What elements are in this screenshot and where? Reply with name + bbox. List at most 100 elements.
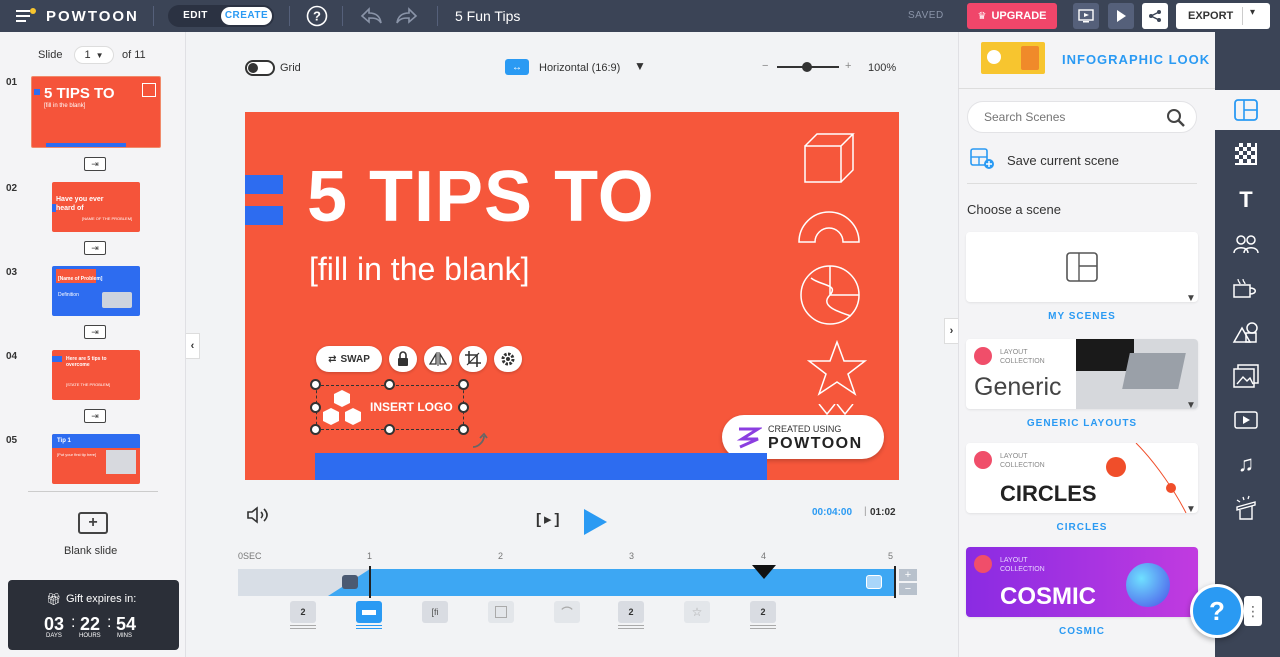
my-scenes-card[interactable] (966, 232, 1198, 302)
swap-button[interactable]: ⇄ SWAP (316, 346, 382, 372)
insert-scene-icon[interactable]: ⇥ (84, 325, 106, 339)
star-outline-shape[interactable] (807, 340, 867, 396)
insert-scene-icon[interactable]: ⇥ (84, 241, 106, 255)
look-thumbnail[interactable] (981, 42, 1045, 74)
slide-select[interactable]: 1 ▼ (74, 46, 114, 64)
caret-down-icon[interactable]: ▼ (1186, 293, 1196, 304)
search-icon[interactable] (1166, 108, 1186, 128)
timeline-start-handle[interactable] (342, 575, 358, 589)
slide-thumbnail-2[interactable]: Have you ever heard of [NAME OF THE PROB… (52, 182, 140, 232)
collapse-right-icon[interactable]: › (944, 318, 958, 344)
timeline-element-chip[interactable] (488, 601, 514, 623)
collapse-left-icon[interactable]: ‹ (186, 333, 200, 359)
resize-handle[interactable] (310, 379, 321, 390)
help-fab[interactable]: ? (1190, 584, 1244, 638)
help-icon[interactable]: ? (306, 5, 328, 27)
cosmic-title[interactable]: COSMIC (966, 626, 1198, 637)
gear-icon[interactable] (494, 346, 522, 372)
circle-outline-shape[interactable] (799, 264, 861, 326)
circles-title[interactable]: CIRCLES (966, 522, 1198, 533)
volume-icon[interactable] (246, 506, 272, 524)
crop-icon[interactable] (459, 346, 487, 372)
project-title[interactable]: 5 Fun Tips (455, 8, 520, 24)
cosmic-card[interactable]: LAYOUT COLLECTION COSMIC (966, 547, 1198, 617)
timeline-zoom-out-icon[interactable]: − (899, 583, 917, 595)
timeline-element-chip[interactable]: 2 (750, 601, 776, 623)
stage-subtitle[interactable]: [fill in the blank] (309, 251, 530, 288)
timeline-element-chip[interactable]: 2 (290, 601, 316, 623)
slide-thumbnail-3[interactable]: [Name of Problem] Definition (52, 266, 140, 316)
resize-handle[interactable] (458, 424, 469, 435)
present-icon[interactable] (1073, 3, 1099, 29)
gift-timer[interactable]: 🎁︎ Gift expires in: 03 : 22 : 54 DAYS HO… (8, 580, 179, 650)
export-button[interactable]: EXPORT ▾ (1176, 3, 1270, 29)
zoom-in-icon[interactable]: + (845, 60, 851, 72)
preview-play-icon[interactable] (1108, 3, 1134, 29)
arch-outline-shape[interactable] (797, 208, 861, 244)
grid-toggle[interactable] (245, 60, 275, 76)
generic-layouts-card[interactable]: LAYOUT COLLECTION Generic (966, 339, 1198, 409)
timeline-zoom-in-icon[interactable]: + (899, 569, 917, 581)
layout-tab-icon[interactable] (1232, 96, 1260, 124)
timeline-element-chip[interactable]: [fi (422, 601, 448, 623)
my-scenes-title[interactable]: MY SCENES (966, 311, 1198, 322)
stage-bottom-bar[interactable] (315, 453, 767, 480)
save-scene-button[interactable]: Save current scene (970, 148, 1196, 172)
images-icon[interactable] (1232, 362, 1260, 390)
look-label[interactable]: INFOGRAPHIC LOOK (1062, 52, 1210, 67)
play-icon[interactable] (582, 507, 608, 537)
more-options-icon[interactable]: ⋮ (1244, 596, 1262, 626)
resize-handle[interactable] (458, 379, 469, 390)
search-scenes[interactable] (967, 101, 1197, 133)
background-pattern-icon[interactable] (1232, 140, 1260, 168)
timeline-element-chip[interactable]: ☆ (684, 601, 710, 623)
video-icon[interactable] (1232, 406, 1260, 434)
props-icon[interactable] (1232, 274, 1260, 302)
timeline-element-chip-selected[interactable] (356, 601, 382, 623)
resize-handle[interactable] (384, 379, 395, 390)
play-scene-icon[interactable]: [▸] (536, 510, 563, 528)
create-tab[interactable]: CREATE (221, 7, 272, 25)
characters-icon[interactable] (1232, 230, 1260, 258)
lock-icon[interactable] (389, 346, 417, 372)
caret-down-icon[interactable]: ▼ (634, 59, 646, 73)
resize-handle[interactable] (310, 424, 321, 435)
playhead-marker[interactable] (751, 564, 777, 580)
search-input[interactable] (984, 110, 1154, 124)
rotate-handle-icon[interactable] (470, 432, 488, 450)
timeline-element-chip[interactable]: ⌒ (554, 601, 580, 623)
slide-thumbnail-1[interactable]: 5 TIPS TO [fill in the blank] (31, 76, 161, 148)
menu-icon[interactable] (16, 8, 36, 24)
blank-slide-button[interactable]: + Blank slide (62, 512, 124, 558)
orientation-select[interactable]: Horizontal (16:9) (539, 62, 620, 74)
caret-down-icon[interactable]: ▼ (1186, 400, 1196, 411)
slide-thumbnail-4[interactable]: Here are 5 tips to overcome [STATE THE P… (52, 350, 140, 400)
undo-icon[interactable] (358, 6, 384, 26)
insert-scene-icon[interactable]: ⇥ (84, 157, 106, 171)
zoom-slider-knob[interactable] (802, 62, 812, 72)
upgrade-button[interactable]: ♛ UPGRADE (967, 3, 1057, 29)
resize-handle[interactable] (384, 424, 395, 435)
music-icon[interactable]: ♫ (1232, 450, 1260, 478)
resize-handle[interactable] (458, 402, 469, 413)
zoom-out-icon[interactable]: − (762, 60, 768, 72)
timeline-element-chip[interactable]: 2 (618, 601, 644, 623)
specials-icon[interactable] (1232, 494, 1260, 522)
flip-icon[interactable] (424, 346, 452, 372)
slide-thumbnail-5[interactable]: Tip 1 [Put your first tip here] (52, 434, 140, 484)
resize-handle[interactable] (310, 402, 321, 413)
share-icon[interactable] (1142, 3, 1168, 29)
insert-scene-icon[interactable]: ⇥ (84, 409, 106, 423)
text-tool-icon[interactable]: T (1232, 186, 1260, 214)
zoom-slider[interactable] (777, 62, 839, 72)
cube-outline-shape[interactable] (801, 132, 855, 186)
chevron-down-icon[interactable]: ▾ (1250, 7, 1255, 18)
timeline-track[interactable] (238, 569, 896, 596)
edit-tab[interactable]: EDIT (170, 7, 221, 25)
timeline-end-handle[interactable] (866, 575, 882, 589)
circles-card[interactable]: LAYOUT COLLECTION CIRCLES (966, 443, 1198, 513)
stage-title[interactable]: 5 TIPS TO (307, 156, 655, 238)
brand-logo[interactable]: POWTOON (46, 8, 139, 25)
redo-icon[interactable] (394, 6, 420, 26)
caret-down-icon[interactable]: ▼ (1186, 504, 1196, 515)
